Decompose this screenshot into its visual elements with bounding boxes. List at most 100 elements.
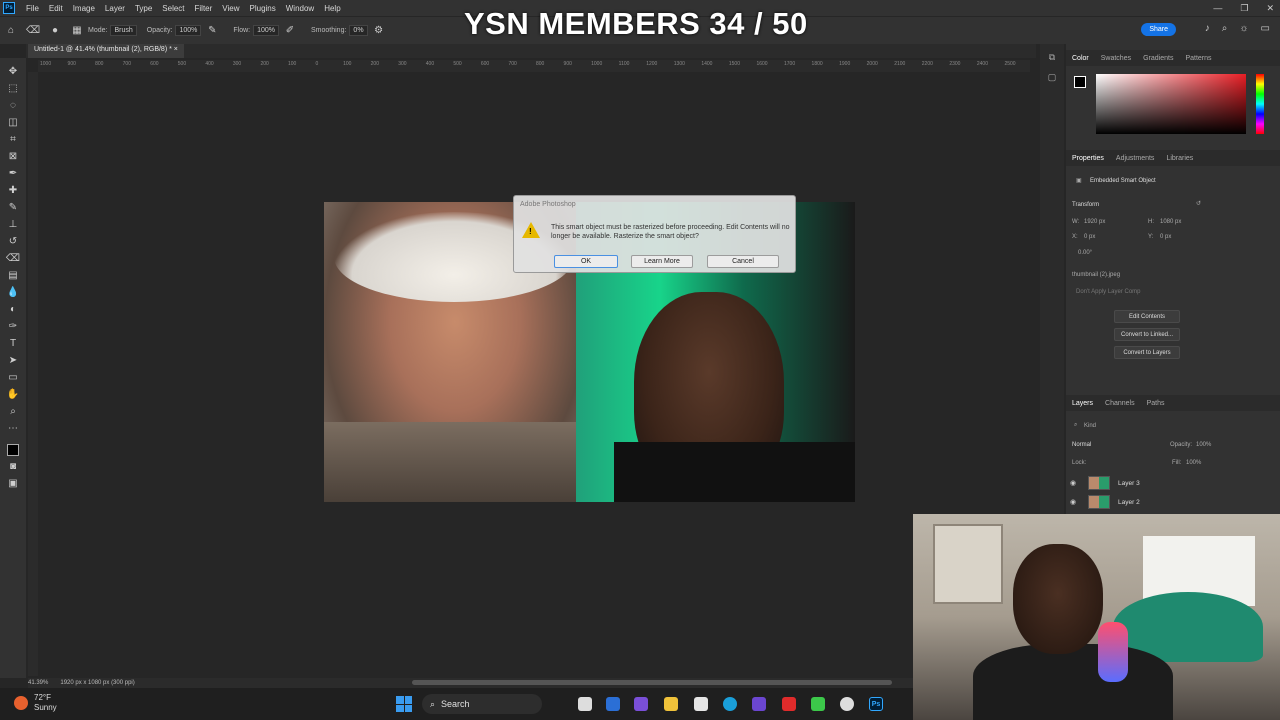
- screen-mode-icon[interactable]: ▣: [5, 476, 21, 490]
- menu-view[interactable]: View: [217, 4, 244, 13]
- history-icon[interactable]: ⧉: [1045, 52, 1059, 64]
- tab-gradients[interactable]: Gradients: [1137, 55, 1179, 62]
- marquee-tool-icon[interactable]: ⬚: [5, 81, 21, 95]
- eraser-tool-icon[interactable]: ⌫: [26, 24, 40, 38]
- smoothing-input[interactable]: 0%: [349, 25, 368, 36]
- menu-plugins[interactable]: Plugins: [245, 4, 281, 13]
- tab-patterns[interactable]: Patterns: [1179, 55, 1217, 62]
- convert-to-linked-button[interactable]: Convert to Linked...: [1114, 328, 1180, 341]
- tab-channels[interactable]: Channels: [1099, 400, 1141, 407]
- shape-tool-icon[interactable]: ▭: [5, 370, 21, 384]
- document-tab[interactable]: Untitled-1 @ 41.4% (thumbnail (2), RGB/8…: [28, 44, 184, 58]
- tab-paths[interactable]: Paths: [1141, 400, 1171, 407]
- height-input[interactable]: 1080 px: [1160, 219, 1181, 225]
- layer-filter-select[interactable]: Kind: [1084, 423, 1096, 429]
- blur-tool-icon[interactable]: 💧: [5, 285, 21, 299]
- cancel-button[interactable]: Cancel: [707, 255, 779, 268]
- dodge-tool-icon[interactable]: ◐: [5, 302, 21, 316]
- workspace-icon[interactable]: ☼: [1239, 23, 1248, 34]
- taskbar-search[interactable]: ⌕ Search: [422, 694, 542, 714]
- zoom-level[interactable]: 41.39%: [28, 680, 48, 686]
- menu-layer[interactable]: Layer: [100, 4, 130, 13]
- layer-comp-select[interactable]: Don't Apply Layer Comp: [1076, 289, 1141, 295]
- layer-opacity-input[interactable]: 100%: [1196, 442, 1211, 448]
- move-tool-icon[interactable]: ✥: [5, 64, 21, 78]
- crop-tool-icon[interactable]: ⌗: [5, 132, 21, 146]
- zoom-tool-icon[interactable]: ⌕: [5, 404, 21, 418]
- mode-select[interactable]: Brush: [110, 25, 137, 36]
- minimize-button[interactable]: —: [1213, 0, 1222, 16]
- reset-transform-icon[interactable]: ↺: [1196, 200, 1201, 207]
- hand-tool-icon[interactable]: ✋: [5, 387, 21, 401]
- angle-input[interactable]: 0.00°: [1078, 250, 1092, 256]
- path-select-tool-icon[interactable]: ➤: [5, 353, 21, 367]
- panels-icon[interactable]: ▭: [1261, 23, 1270, 34]
- history-brush-tool-icon[interactable]: ↺: [5, 234, 21, 248]
- quick-mask-icon[interactable]: ◙: [5, 459, 21, 473]
- windows-start-icon[interactable]: [396, 696, 412, 712]
- convert-to-layers-button[interactable]: Convert to Layers: [1114, 346, 1180, 359]
- foreground-color-swatch[interactable]: [7, 444, 19, 456]
- type-tool-icon[interactable]: T: [5, 336, 21, 350]
- menu-window[interactable]: Window: [281, 4, 319, 13]
- menu-select[interactable]: Select: [157, 4, 189, 13]
- flow-input[interactable]: 100%: [253, 25, 279, 36]
- airbrush-icon[interactable]: ✐: [283, 24, 297, 38]
- pen-tool-icon[interactable]: ✑: [5, 319, 21, 333]
- brush-preset-icon[interactable]: ●: [48, 24, 62, 38]
- width-input[interactable]: 1920 px: [1084, 219, 1105, 225]
- visibility-eye-icon[interactable]: ◉: [1070, 498, 1082, 506]
- gear-icon[interactable]: ⚙: [372, 24, 386, 38]
- search-icon[interactable]: ⌕: [1222, 23, 1228, 34]
- pressure-opacity-icon[interactable]: ✎: [205, 24, 219, 38]
- edit-contents-button[interactable]: Edit Contents: [1114, 310, 1180, 323]
- photoshop-taskbar-icon[interactable]: Ps: [869, 697, 883, 711]
- eyedropper-tool-icon[interactable]: ✒: [5, 166, 21, 180]
- brush-tool-icon[interactable]: ✎: [5, 200, 21, 214]
- media-app-icon[interactable]: [782, 697, 796, 711]
- lasso-tool-icon[interactable]: ◌: [5, 98, 21, 112]
- share-button[interactable]: Share: [1141, 23, 1176, 36]
- brush-settings-icon[interactable]: ▦: [70, 24, 84, 38]
- object-select-tool-icon[interactable]: ◫: [5, 115, 21, 129]
- x-input[interactable]: 0 px: [1084, 234, 1095, 240]
- y-input[interactable]: 0 px: [1160, 234, 1171, 240]
- color-foreground-swatch[interactable]: [1074, 76, 1086, 88]
- hue-slider[interactable]: [1256, 74, 1264, 134]
- stamp-tool-icon[interactable]: ⊥: [5, 217, 21, 231]
- menu-filter[interactable]: Filter: [190, 4, 218, 13]
- bell-icon[interactable]: ♪: [1205, 23, 1210, 34]
- home-icon[interactable]: ⌂: [4, 24, 18, 38]
- tab-color[interactable]: Color: [1066, 55, 1095, 62]
- weather-widget[interactable]: 72°F Sunny: [14, 693, 57, 713]
- store-icon[interactable]: [694, 697, 708, 711]
- tab-libraries[interactable]: Libraries: [1160, 155, 1199, 162]
- menu-type[interactable]: Type: [130, 4, 157, 13]
- copilot-icon[interactable]: [634, 697, 648, 711]
- tab-swatches[interactable]: Swatches: [1095, 55, 1137, 62]
- maximize-button[interactable]: ❐: [1240, 0, 1248, 16]
- task-view-icon[interactable]: [578, 697, 592, 711]
- layer-row[interactable]: ◉ Layer 2: [1070, 493, 1276, 511]
- menu-help[interactable]: Help: [319, 4, 345, 13]
- app-icon[interactable]: [752, 697, 766, 711]
- menu-file[interactable]: File: [21, 4, 44, 13]
- edge-icon[interactable]: [723, 697, 737, 711]
- ok-button[interactable]: OK: [554, 255, 618, 268]
- menu-image[interactable]: Image: [68, 4, 100, 13]
- menu-edit[interactable]: Edit: [44, 4, 68, 13]
- horizontal-scrollbar[interactable]: [412, 680, 892, 685]
- opacity-input[interactable]: 100%: [175, 25, 202, 36]
- more-tools-icon[interactable]: ⋯: [5, 421, 21, 435]
- fill-input[interactable]: 100%: [1186, 460, 1201, 466]
- learn-more-button[interactable]: Learn More: [631, 255, 693, 268]
- close-button[interactable]: ✕: [1266, 0, 1274, 16]
- frame-tool-icon[interactable]: ⊠: [5, 149, 21, 163]
- gradient-tool-icon[interactable]: ▤: [5, 268, 21, 282]
- tab-layers[interactable]: Layers: [1066, 400, 1099, 407]
- chrome-icon[interactable]: [840, 697, 854, 711]
- file-explorer-icon[interactable]: [664, 697, 678, 711]
- widgets-icon[interactable]: [606, 697, 620, 711]
- comments-icon[interactable]: ▢: [1045, 72, 1059, 84]
- layer-row[interactable]: ◉ Layer 3: [1070, 474, 1276, 492]
